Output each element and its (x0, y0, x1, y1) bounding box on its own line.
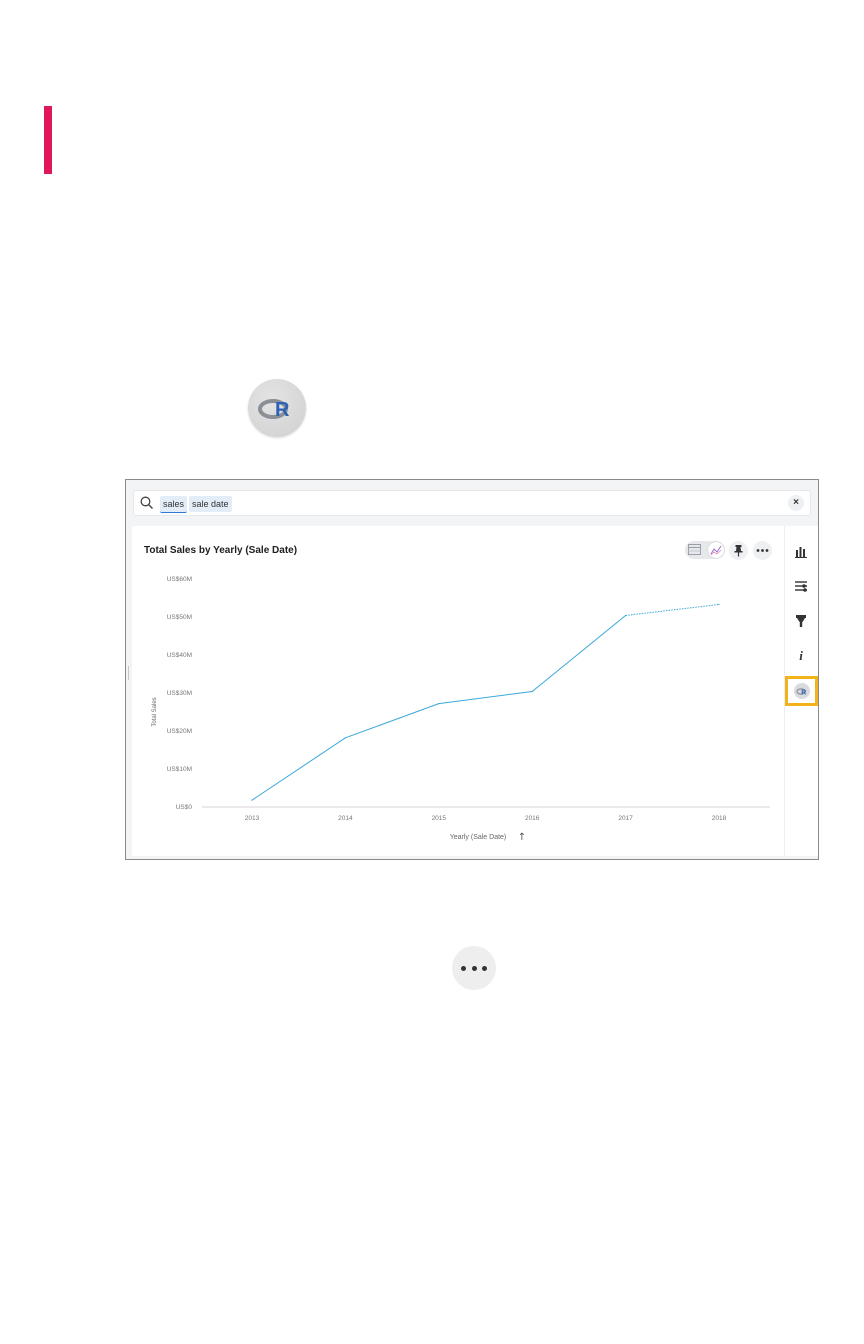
data-point[interactable] (438, 703, 440, 705)
data-point[interactable] (625, 614, 627, 617)
y-tick-label: US$30M (167, 690, 192, 697)
x-tick-label: 2017 (618, 815, 633, 822)
y-tick-label: US$20M (167, 728, 192, 735)
search-token-sale-date[interactable]: sale date (189, 496, 232, 512)
info-icon-label: i (799, 648, 803, 663)
info-icon[interactable]: i (794, 647, 808, 663)
chart-type-icon[interactable] (794, 544, 808, 558)
answer-panel: Total Sales by Yearly (Sale Date) US$0 U… (132, 526, 784, 856)
line-segment (251, 737, 346, 801)
r-analysis-icon-letter: R (801, 690, 806, 697)
more-options-icon (452, 946, 496, 990)
accent-bar (44, 106, 52, 174)
svg-text:R: R (275, 399, 290, 421)
search-icon (140, 496, 153, 509)
sort-arrow-icon[interactable]: ↑ (518, 832, 526, 843)
y-tick-label: US$40M (167, 652, 192, 659)
line-segment (625, 603, 720, 616)
r-analysis-button[interactable]: R (785, 676, 818, 706)
data-point[interactable] (531, 690, 533, 693)
x-tick-label: 2013 (245, 815, 260, 822)
x-tick-label: 2016 (525, 815, 540, 822)
line-chart: US$0 US$10M US$20M US$30M US$40M US$50M US$60M… (152, 576, 770, 843)
x-axis-label[interactable]: Yearly (Sale Date) (450, 834, 507, 841)
data-point[interactable] (718, 603, 720, 606)
y-tick-label: US$60M (167, 576, 192, 583)
y-axis-label: Total Sales (152, 697, 158, 726)
y-tick-label: US$10M (167, 766, 192, 773)
r-language-logo-icon: R (248, 379, 306, 437)
y-tick-label: US$0 (176, 804, 193, 811)
data-point[interactable] (251, 799, 253, 801)
line-segment (438, 690, 533, 705)
clear-search-button[interactable]: × (788, 495, 804, 511)
search-bar[interactable]: sales sale date × (133, 490, 811, 516)
app-screenshot: sales sale date × Total Sales by Yearly … (125, 479, 819, 860)
line-segment (531, 615, 626, 692)
filter-icon[interactable] (794, 614, 808, 628)
right-rail: i R (784, 526, 818, 856)
x-tick-label: 2018 (712, 815, 727, 822)
collapse-handle[interactable] (126, 666, 129, 680)
r-analysis-icon: R (794, 683, 810, 699)
configure-icon[interactable] (794, 579, 808, 593)
line-segment (345, 703, 439, 739)
search-token-sales[interactable]: sales (160, 496, 188, 513)
x-tick-label: 2014 (338, 815, 353, 822)
data-point[interactable] (344, 737, 346, 739)
x-tick-label: 2015 (432, 815, 447, 822)
y-tick-label: US$50M (167, 614, 192, 621)
